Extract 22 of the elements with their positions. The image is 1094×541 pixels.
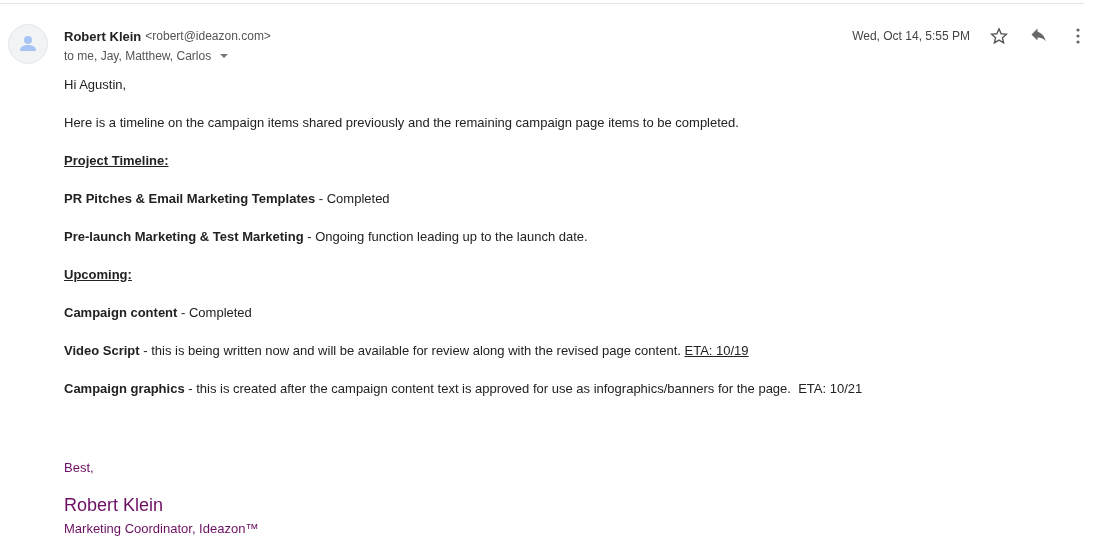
message-date: Wed, Oct 14, 5:55 PM: [852, 29, 970, 43]
dropdown-caret-icon[interactable]: [219, 53, 230, 59]
eta-link[interactable]: ETA: 10/19: [684, 343, 749, 358]
star-icon[interactable]: [990, 27, 1008, 45]
body-paragraph: Here is a timeline on the campaign items shared previously and the remaining campaign page items to be completed.: [64, 114, 740, 131]
avatar-icon: [8, 24, 48, 64]
body-paragraph: Hi Agustin,: [64, 76, 128, 93]
body-paragraph: Campaign content - Completed: [64, 304, 253, 321]
section-heading: Upcoming:: [64, 266, 133, 283]
reply-icon[interactable]: [1030, 28, 1048, 44]
body-paragraph: PR Pitches & Email Marketing Templates - Completed: [64, 190, 391, 207]
signature-title: Marketing Coordinator, Ideazon™: [64, 521, 260, 536]
body-paragraph: Campaign graphics - this is created after the campaign content text is approved for use as infographics/banners for the page. ETA: 10/21: [64, 380, 864, 397]
signature-name: Robert Klein: [64, 495, 165, 516]
body-paragraph: Video Script - this is being written now and will be available for review along with the revised page content. ETA: 10/19: [64, 342, 750, 359]
body-paragraph: Pre-launch Marketing & Test Marketing - Ongoing function leading up to the launch date.: [64, 228, 589, 245]
more-options-icon[interactable]: [1076, 28, 1080, 44]
recipients-list: to me, Jay, Matthew, Carlos: [64, 49, 212, 63]
sender-email: <robert@ideazon.com>: [145, 29, 271, 43]
sender-name: Robert Klein: [64, 28, 142, 44]
section-heading: Project Timeline:: [64, 152, 170, 169]
closing-text: Best,: [64, 460, 95, 475]
